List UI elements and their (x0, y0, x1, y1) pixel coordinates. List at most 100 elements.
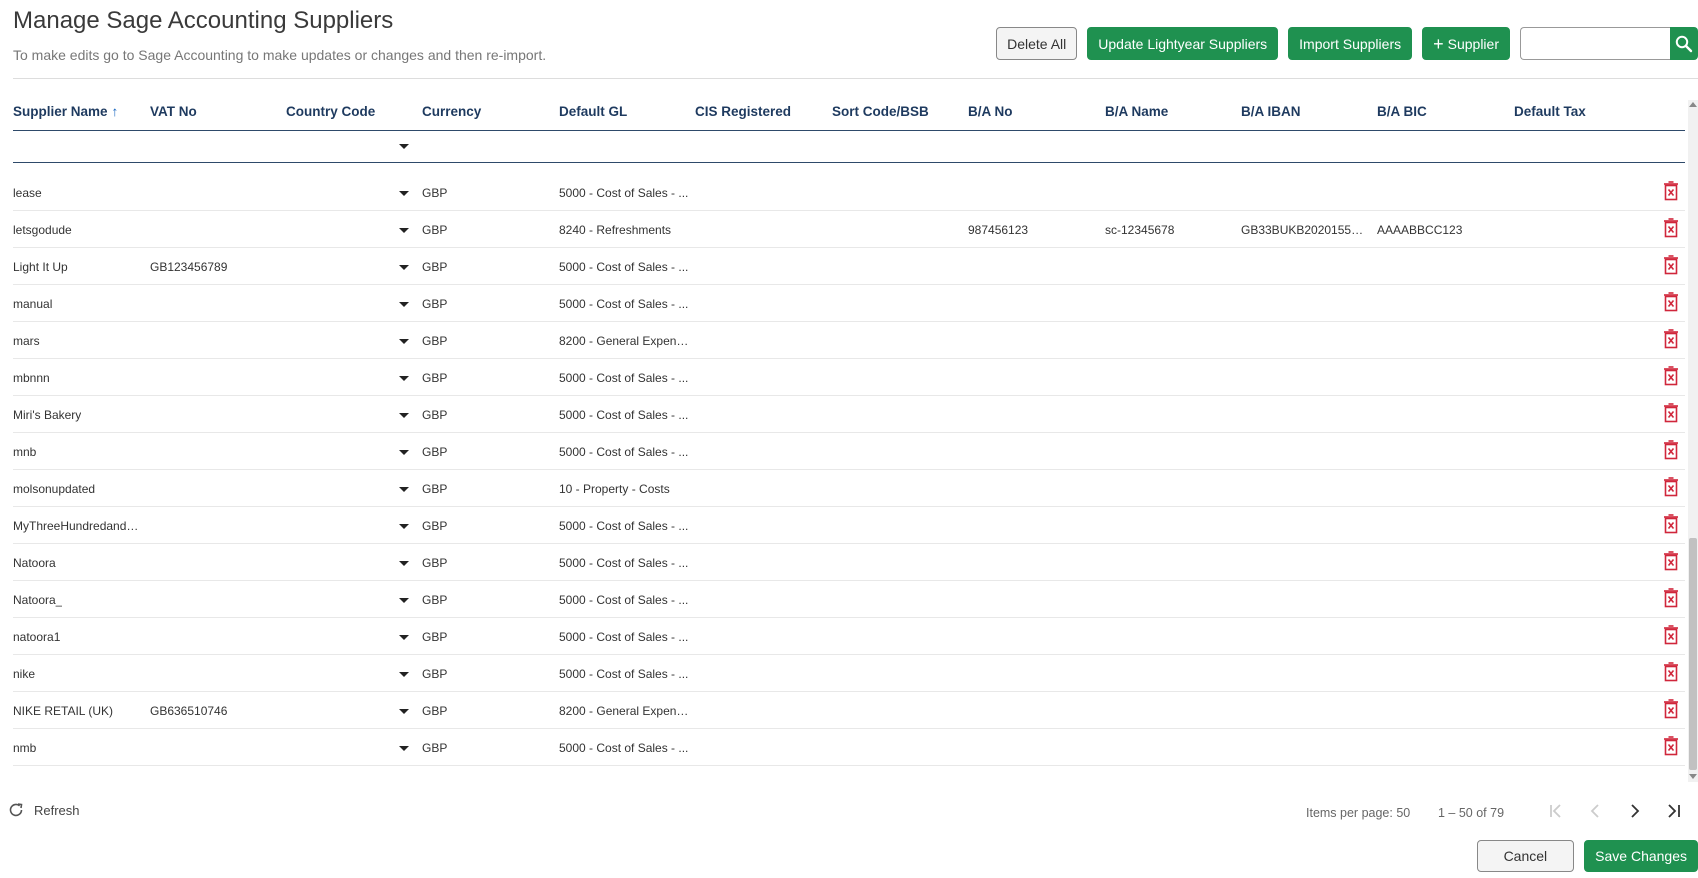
first-page-icon[interactable] (1546, 801, 1566, 821)
column-header-supplier-name[interactable]: Supplier Name ↑ (13, 104, 118, 119)
table-row[interactable]: mnb GBP 5000 - Cost of Sales - ... (13, 433, 1685, 470)
delete-icon[interactable] (1662, 551, 1680, 571)
table-row[interactable]: molsonupdated GBP 10 - Property - Costs (13, 470, 1685, 507)
column-header-ba-no[interactable]: B/A No (968, 104, 1013, 119)
column-header-ba-bic[interactable]: B/A BIC (1377, 104, 1427, 119)
column-header-ba-name[interactable]: B/A Name (1105, 104, 1168, 119)
plus-icon: + (1433, 33, 1444, 54)
update-lightyear-suppliers-button[interactable]: Update Lightyear Suppliers (1087, 27, 1279, 60)
refresh-button[interactable]: Refresh (8, 802, 80, 818)
table-row[interactable]: NIKE RETAIL (UK) GB636510746 GBP 8200 - Gen… (13, 692, 1685, 729)
country-code-chevron-down-icon[interactable] (399, 228, 409, 233)
delete-icon[interactable] (1662, 440, 1680, 460)
delete-icon[interactable] (1662, 255, 1680, 275)
delete-icon[interactable] (1662, 218, 1680, 238)
table-row[interactable]: MyThreeHundredand4... GBP 5000 - Cost of S… (13, 507, 1685, 544)
default-gl-cell: 5000 - Cost of Sales - ... (559, 593, 689, 607)
country-code-chevron-down-icon[interactable] (399, 598, 409, 603)
delete-icon[interactable] (1662, 662, 1680, 682)
delete-icon[interactable] (1662, 329, 1680, 349)
scroll-down-arrow-icon[interactable] (1689, 774, 1697, 779)
column-header-default-gl[interactable]: Default GL (559, 104, 627, 119)
country-code-chevron-down-icon[interactable] (399, 561, 409, 566)
country-code-chevron-down-icon[interactable] (399, 191, 409, 196)
table-row[interactable]: manual GBP 5000 - Cost of Sales - ... (13, 285, 1685, 322)
supplier-name-cell: nmb (13, 741, 37, 755)
country-code-chevron-down-icon[interactable] (399, 302, 409, 307)
delete-icon[interactable] (1662, 736, 1680, 756)
scroll-up-arrow-icon[interactable] (1689, 102, 1697, 107)
search-button[interactable] (1670, 27, 1698, 60)
table-row[interactable]: mars GBP 8200 - General Expenses (13, 322, 1685, 359)
add-supplier-button[interactable]: + Supplier (1422, 27, 1510, 60)
country-code-chevron-down-icon[interactable] (399, 746, 409, 751)
currency-cell: GBP (422, 630, 448, 644)
country-code-chevron-down-icon[interactable] (399, 672, 409, 677)
country-filter-chevron-down-icon[interactable] (399, 144, 409, 149)
sort-ascending-icon: ↑ (111, 104, 119, 119)
search-box (1520, 27, 1698, 60)
supplier-name-cell: manual (13, 297, 53, 311)
delete-icon[interactable] (1662, 514, 1680, 534)
save-changes-button[interactable]: Save Changes (1584, 840, 1698, 872)
table-row[interactable]: nike GBP 5000 - Cost of Sales - ... (13, 655, 1685, 692)
country-code-chevron-down-icon[interactable] (399, 265, 409, 270)
delete-icon[interactable] (1662, 477, 1680, 497)
table-row[interactable]: nmb GBP 5000 - Cost of Sales - ... (13, 729, 1685, 766)
column-header-currency[interactable]: Currency (422, 104, 481, 119)
table-row[interactable]: letsgodude GBP 8240 - Refreshments 98745612… (13, 211, 1685, 248)
delete-all-button[interactable]: Delete All (996, 27, 1078, 60)
column-header-vat-no[interactable]: VAT No (150, 104, 197, 119)
country-code-chevron-down-icon[interactable] (399, 709, 409, 714)
delete-icon[interactable] (1662, 181, 1680, 201)
supplier-name-cell: nike (13, 667, 36, 681)
column-header-cis-registered[interactable]: CIS Registered (695, 104, 791, 119)
delete-icon[interactable] (1662, 588, 1680, 608)
table-row[interactable]: mbnnn GBP 5000 - Cost of Sales - ... (13, 359, 1685, 396)
delete-icon[interactable] (1662, 366, 1680, 386)
delete-icon[interactable] (1662, 292, 1680, 312)
table-row[interactable]: lease GBP 5000 - Cost of Sales - ... (13, 174, 1685, 211)
import-suppliers-button[interactable]: Import Suppliers (1288, 27, 1413, 60)
last-page-icon[interactable] (1664, 801, 1684, 821)
currency-cell: GBP (422, 334, 448, 348)
currency-cell: GBP (422, 704, 448, 718)
table-row[interactable]: Light It Up GB123456789 GBP 5000 - Cost of … (13, 248, 1685, 285)
ba-no-cell: 987456123 (968, 223, 1029, 237)
delete-icon[interactable] (1662, 625, 1680, 645)
scrollbar-thumb[interactable] (1689, 538, 1697, 770)
default-gl-cell: 10 - Property - Costs (559, 482, 670, 496)
cancel-button[interactable]: Cancel (1476, 840, 1575, 872)
add-supplier-label: Supplier (1447, 35, 1499, 52)
column-header-default-tax[interactable]: Default Tax (1514, 104, 1586, 119)
previous-page-icon[interactable] (1585, 801, 1605, 821)
column-header-country-code[interactable]: Country Code (286, 104, 375, 119)
form-actions: Cancel Save Changes (1467, 840, 1698, 872)
column-header-ba-iban[interactable]: B/A IBAN (1241, 104, 1301, 119)
toolbar: Delete All Update Lightyear Suppliers Im… (986, 27, 1698, 60)
delete-icon[interactable] (1662, 699, 1680, 719)
supplier-name-cell: MyThreeHundredand4... (13, 519, 141, 533)
delete-icon[interactable] (1662, 403, 1680, 423)
country-code-chevron-down-icon[interactable] (399, 635, 409, 640)
default-gl-cell: 5000 - Cost of Sales - ... (559, 667, 689, 681)
country-code-chevron-down-icon[interactable] (399, 524, 409, 529)
currency-cell: GBP (422, 371, 448, 385)
table-row[interactable]: Natoora GBP 5000 - Cost of Sales - ... (13, 544, 1685, 581)
country-code-chevron-down-icon[interactable] (399, 450, 409, 455)
supplier-name-cell: mnb (13, 445, 37, 459)
country-code-chevron-down-icon[interactable] (399, 413, 409, 418)
country-code-chevron-down-icon[interactable] (399, 487, 409, 492)
table-row[interactable]: natoora1 GBP 5000 - Cost of Sales - ... (13, 618, 1685, 655)
default-gl-cell: 8200 - General Expenses (559, 334, 689, 348)
country-code-chevron-down-icon[interactable] (399, 339, 409, 344)
country-code-chevron-down-icon[interactable] (399, 376, 409, 381)
table-row[interactable]: Natoora_ GBP 5000 - Cost of Sales - ... (13, 581, 1685, 618)
next-page-icon[interactable] (1625, 801, 1645, 821)
column-header-sort-code[interactable]: Sort Code/BSB (832, 104, 929, 119)
table-row[interactable]: Miri's Bakery GBP 5000 - Cost of Sales - .… (13, 396, 1685, 433)
items-per-page[interactable]: Items per page: 50 (1306, 806, 1410, 820)
default-gl-cell: 5000 - Cost of Sales - ... (559, 408, 689, 422)
grid-header: Supplier Name ↑ VAT No Country Code Curre… (13, 104, 1683, 131)
search-input[interactable] (1520, 27, 1670, 60)
